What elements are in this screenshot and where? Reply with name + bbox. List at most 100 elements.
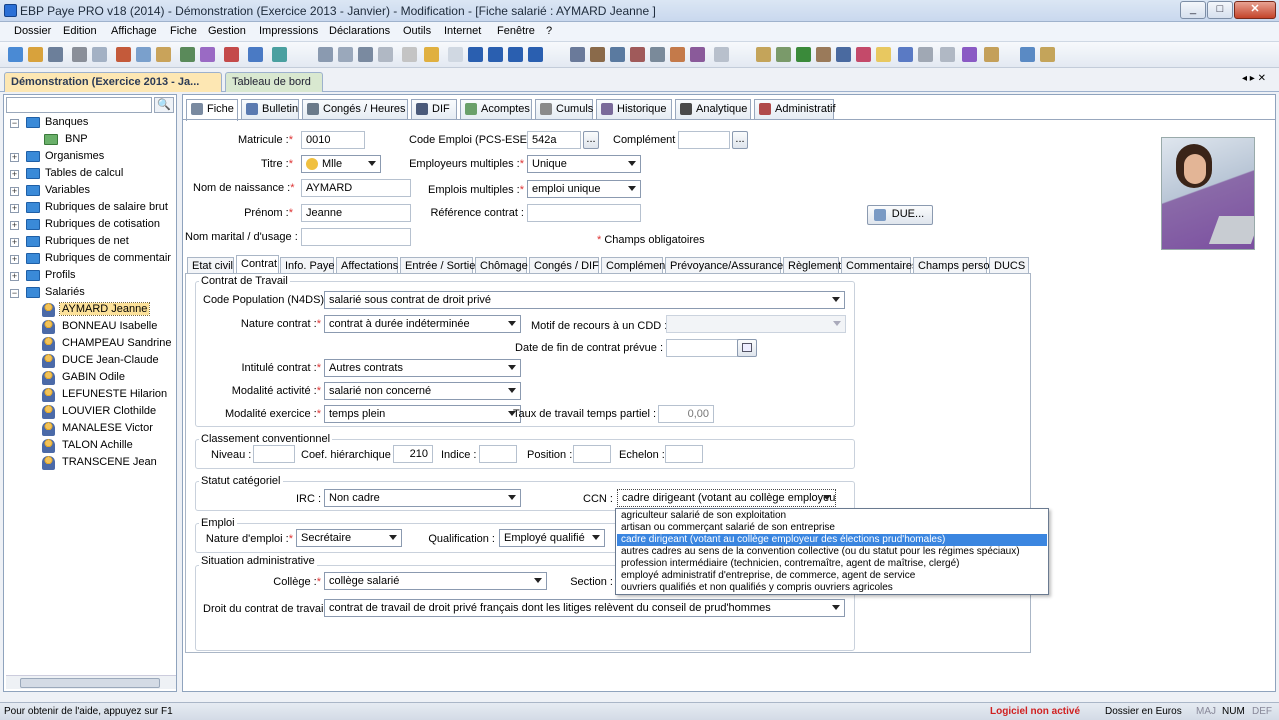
code-emploi-browse-button[interactable]: ... bbox=[583, 131, 599, 149]
nature-contrat-select[interactable]: contrat à durée indéterminée bbox=[324, 315, 521, 333]
key-icon[interactable] bbox=[424, 47, 439, 62]
code-emploi-input[interactable]: 542a bbox=[527, 131, 581, 149]
tab-bulletin[interactable]: Bulletin bbox=[241, 99, 299, 119]
save-icon[interactable] bbox=[48, 47, 63, 62]
tree-folder-organismes[interactable]: + Organismes bbox=[10, 149, 170, 165]
new-icon[interactable] bbox=[8, 47, 23, 62]
titre-select[interactable]: Mlle bbox=[301, 155, 381, 173]
last-record-icon[interactable] bbox=[528, 47, 543, 62]
search-button[interactable]: 🔍 bbox=[154, 97, 174, 113]
tree-employee[interactable]: AYMARD Jeanne bbox=[42, 302, 172, 318]
help-book-icon[interactable] bbox=[1040, 47, 1055, 62]
tab-demonstration[interactable]: Démonstration (Exercice 2013 - Ja... bbox=[4, 72, 222, 92]
intitule-contrat-select[interactable]: Autres contrats bbox=[324, 359, 521, 377]
open-icon[interactable] bbox=[28, 47, 43, 62]
subtab-ducs[interactable]: DUCS bbox=[989, 257, 1029, 274]
ccn-option[interactable]: artisan ou commerçant salarié de son ent… bbox=[617, 522, 1047, 534]
droit-contrat-select[interactable]: contrat de travail de droit privé frança… bbox=[324, 599, 845, 617]
organism-icon[interactable] bbox=[630, 47, 645, 62]
print-icon[interactable] bbox=[72, 47, 87, 62]
paste-icon[interactable] bbox=[156, 47, 171, 62]
status-activation[interactable]: Logiciel non activé bbox=[990, 706, 1080, 717]
tree-item-bnp[interactable]: BNP bbox=[10, 132, 170, 148]
tab-dif[interactable]: DIF bbox=[411, 99, 457, 119]
tree-folder-tables[interactable]: + Tables de calcul bbox=[10, 166, 170, 182]
tab-historique[interactable]: Historique bbox=[596, 99, 672, 119]
menu-fenetre[interactable]: Fenêtre bbox=[497, 25, 535, 37]
maximize-button[interactable]: □ bbox=[1207, 1, 1233, 19]
menu-outils[interactable]: Outils bbox=[403, 25, 431, 37]
tree-employee[interactable]: DUCE Jean-Claude bbox=[42, 353, 172, 369]
tree-folder-variables[interactable]: + Variables bbox=[10, 183, 170, 199]
tree-folder-salaries[interactable]: − Salariés bbox=[10, 285, 170, 301]
employeurs-select[interactable]: Unique bbox=[527, 155, 641, 173]
menu-edition[interactable]: Edition bbox=[63, 25, 97, 37]
disk-icon[interactable] bbox=[836, 47, 851, 62]
bar-chart-icon[interactable] bbox=[962, 47, 977, 62]
subtab-etat-civil[interactable]: Etat civil bbox=[187, 257, 234, 274]
tab-administratif[interactable]: Administratif bbox=[754, 99, 836, 119]
tab-conges-heures[interactable]: Congés / Heures bbox=[302, 99, 408, 119]
tree-horizontal-scrollbar[interactable] bbox=[6, 675, 176, 689]
menu-gestion[interactable]: Gestion bbox=[208, 25, 246, 37]
collapse-icon[interactable]: − bbox=[10, 119, 19, 128]
tab-analytique[interactable]: Analytique bbox=[675, 99, 751, 119]
expand-icon[interactable]: + bbox=[10, 204, 19, 213]
subtab-info-paye[interactable]: Info. Paye bbox=[280, 257, 335, 274]
tree-folder-rubriques-brut[interactable]: + Rubriques de salaire brut bbox=[10, 200, 176, 216]
export-icon[interactable] bbox=[776, 47, 791, 62]
delete-icon[interactable] bbox=[224, 47, 239, 62]
modalite-exercice-select[interactable]: temps plein bbox=[324, 405, 521, 423]
archive-icon[interactable] bbox=[816, 47, 831, 62]
filter-icon[interactable] bbox=[272, 47, 287, 62]
menu-impressions[interactable]: Impressions bbox=[259, 25, 318, 37]
calculator-icon[interactable] bbox=[590, 47, 605, 62]
employee-icon[interactable] bbox=[570, 47, 585, 62]
expand-icon[interactable]: + bbox=[10, 272, 19, 281]
subtab-champs-perso[interactable]: Champs perso. bbox=[913, 257, 993, 274]
irc-select[interactable]: Non cadre bbox=[324, 489, 521, 507]
subtab-affectations[interactable]: Affectations bbox=[336, 257, 398, 274]
payslip-icon[interactable] bbox=[610, 47, 625, 62]
tree-employee[interactable]: BONNEAU Isabelle bbox=[42, 319, 172, 335]
cut-icon[interactable] bbox=[116, 47, 131, 62]
matricule-input[interactable]: 0010 bbox=[301, 131, 365, 149]
coef-input[interactable]: 210 bbox=[393, 445, 433, 463]
tree-employee[interactable]: TRANSCENE Jean bbox=[42, 455, 172, 471]
tree-folder-rubriques-commentaire[interactable]: + Rubriques de commentair bbox=[10, 251, 176, 267]
emplois-select[interactable]: emploi unique bbox=[527, 180, 641, 198]
sort-icon[interactable] bbox=[358, 47, 373, 62]
web-icon[interactable] bbox=[1020, 47, 1035, 62]
minimize-button[interactable]: _ bbox=[1180, 1, 1206, 19]
menu-declarations[interactable]: Déclarations bbox=[329, 25, 390, 37]
subtab-contrat[interactable]: Contrat bbox=[236, 255, 279, 274]
echelon-input[interactable] bbox=[665, 445, 703, 463]
menu-affichage[interactable]: Affichage bbox=[111, 25, 157, 37]
expand-icon[interactable]: + bbox=[10, 170, 19, 179]
niveau-input[interactable] bbox=[253, 445, 295, 463]
previous-record-icon[interactable] bbox=[488, 47, 503, 62]
tree-employee[interactable]: TALON Achille bbox=[42, 438, 172, 454]
position-input[interactable] bbox=[573, 445, 611, 463]
complement-browse-button[interactable]: ... bbox=[732, 131, 748, 149]
next-record-icon[interactable] bbox=[508, 47, 523, 62]
redo-icon[interactable] bbox=[200, 47, 215, 62]
zoom-icon[interactable] bbox=[448, 47, 463, 62]
subtab-complement[interactable]: Complément bbox=[601, 257, 668, 274]
motif-cdd-select[interactable] bbox=[666, 315, 846, 333]
columns-icon[interactable] bbox=[338, 47, 353, 62]
menu-internet[interactable]: Internet bbox=[444, 25, 481, 37]
tools-icon[interactable] bbox=[714, 47, 729, 62]
settings-icon[interactable] bbox=[650, 47, 665, 62]
tree-employee[interactable]: LOUVIER Clothilde bbox=[42, 404, 172, 420]
tree-employee[interactable]: MANALESE Victor bbox=[42, 421, 172, 437]
preview-icon[interactable] bbox=[92, 47, 107, 62]
due-button[interactable]: DUE... bbox=[867, 205, 933, 225]
tree-employee[interactable]: LEFUNESTE Hilarion bbox=[42, 387, 172, 403]
subtab-reglement[interactable]: Règlement bbox=[783, 257, 841, 274]
subtab-prevoyance[interactable]: Prévoyance/Assurance bbox=[665, 257, 783, 274]
declaration-icon[interactable] bbox=[670, 47, 685, 62]
ccn-option[interactable]: autres cadres au sens de la convention c… bbox=[617, 546, 1047, 558]
expand-icon[interactable]: + bbox=[10, 238, 19, 247]
prenom-input[interactable]: Jeanne bbox=[301, 204, 411, 222]
